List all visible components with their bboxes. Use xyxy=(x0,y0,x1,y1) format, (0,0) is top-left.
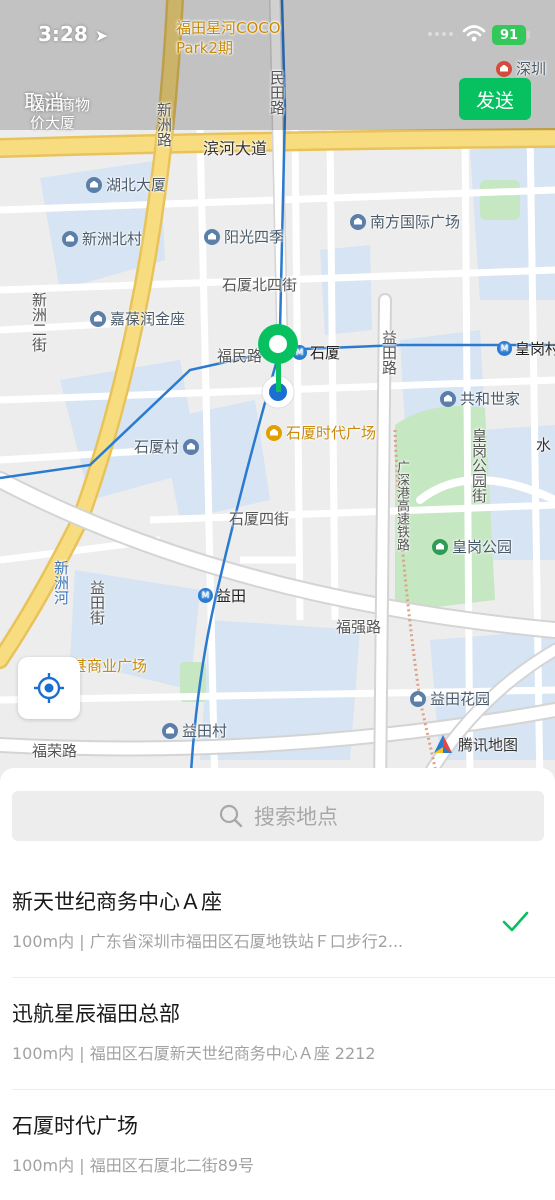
rail-guangshen: 广深港高速铁路 xyxy=(394,460,409,551)
checkmark-icon xyxy=(502,911,529,932)
status-time: 3:28 ➤ xyxy=(38,22,109,46)
list-item[interactable]: 新天世纪商务中心Ａ座 100m内 | 广东省深圳市福田区石厦地铁站Ｆ口步行2..… xyxy=(0,866,555,978)
location-pin-icon[interactable] xyxy=(256,322,304,412)
poi-nanfang[interactable]: 南方国际广场 xyxy=(350,211,460,232)
park-icon xyxy=(432,538,448,555)
send-button[interactable]: 发送 xyxy=(459,78,531,120)
metro-yitian[interactable]: M 益田 xyxy=(198,585,246,606)
home-icon xyxy=(183,438,200,455)
tencent-map-logo-icon xyxy=(434,735,452,753)
metro-icon: M xyxy=(497,341,512,356)
place-title: 迅航星辰福田总部 xyxy=(12,1002,180,1026)
poi-yitian-garden[interactable]: 益田花园 xyxy=(410,688,490,709)
place-subtitle: 100m内 | 福田区石厦北二街89号 xyxy=(12,1156,255,1175)
place-subtitle: 100m内 | 广东省深圳市福田区石厦地铁站Ｆ口步行2... xyxy=(12,932,404,951)
map-attribution: 腾讯地图 xyxy=(432,733,518,755)
poi-hubei[interactable]: 湖北大厦 xyxy=(86,174,166,195)
road-shixia4: 石厦四街 xyxy=(229,510,290,528)
search-placeholder: 搜索地点 xyxy=(254,805,338,829)
building-icon xyxy=(86,176,102,193)
road-xinzhou: 新洲路 xyxy=(155,102,173,147)
shopping-icon xyxy=(266,424,282,441)
river-xinzhou: 新洲河 xyxy=(52,560,70,605)
poi-shui: 水 xyxy=(536,436,552,454)
place-subtitle: 100m内 | 福田区石厦新天世纪商务中心Ａ座 2212 xyxy=(12,1044,376,1063)
road-shixia-n4: 石厦北四街 xyxy=(222,276,298,294)
cellular-signal-icon xyxy=(428,32,453,36)
poi-yitian-village[interactable]: 益田村 xyxy=(162,720,227,741)
map-view[interactable]: 滨河大道 民田路 新洲路 新洲二街 福民路 石厦北四街 石厦四街 益田路 益田街… xyxy=(0,0,555,790)
search-input[interactable]: 搜索地点 xyxy=(12,791,544,841)
cancel-button[interactable]: 取消 xyxy=(24,86,64,115)
list-item[interactable]: 石厦时代广场 100m内 | 福田区石厦北二街89号 xyxy=(0,1090,555,1200)
poi-yangguang[interactable]: 阳光四季 xyxy=(204,226,284,247)
road-huanggang-park-st: 皇岗公园街 xyxy=(470,428,488,503)
road-mintian: 民田路 xyxy=(268,70,286,115)
poi-shixia-village[interactable]: 石厦村 xyxy=(134,436,200,457)
list-item[interactable]: 迅航星辰福田总部 100m内 | 福田区石厦新天世纪商务中心Ａ座 2212 xyxy=(0,978,555,1090)
poi-xinzhou-village[interactable]: 新洲北村 xyxy=(62,228,142,249)
poi-jiabao[interactable]: 嘉葆润金座 xyxy=(90,308,185,329)
search-icon xyxy=(219,804,243,828)
road-binhe: 滨河大道 xyxy=(203,139,268,158)
road-furong: 福荣路 xyxy=(32,742,78,760)
home-icon xyxy=(62,230,78,247)
road-yitian: 益田路 xyxy=(380,330,398,375)
recenter-location-button[interactable] xyxy=(18,657,80,719)
road-fuqiang: 福强路 xyxy=(336,618,382,636)
poi-huanggang-park[interactable]: 皇岗公园 xyxy=(432,536,512,557)
battery-indicator: 91 xyxy=(492,25,530,45)
place-title: 新天世纪商务中心Ａ座 xyxy=(12,890,222,914)
location-sheet: 搜索地点 新天世纪商务中心Ａ座 100m内 | 广东省深圳市福田区石厦地铁站Ｆ口… xyxy=(0,768,555,1200)
road-xinzhou2: 新洲二街 xyxy=(30,292,48,352)
building-icon xyxy=(90,310,106,327)
metro-huanggang[interactable]: M 皇岗村 xyxy=(497,338,555,359)
road-yitian-street: 益田街 xyxy=(88,580,106,625)
home-icon xyxy=(204,228,220,245)
place-title: 石厦时代广场 xyxy=(12,1114,138,1138)
wifi-icon xyxy=(462,25,486,42)
poi-commerce[interactable]: 甚商业广场 xyxy=(72,655,147,676)
home-icon xyxy=(162,722,178,739)
poi-shixia-times[interactable]: 石厦时代广场 xyxy=(266,422,376,443)
home-icon xyxy=(410,690,426,707)
building-icon xyxy=(350,213,366,230)
location-arrow-icon: ➤ xyxy=(94,26,109,45)
status-bar: 3:28 ➤ 91 xyxy=(0,0,555,70)
poi-gonghe[interactable]: 共和世家 xyxy=(440,388,520,409)
home-icon xyxy=(440,390,456,407)
crosshair-icon xyxy=(34,673,64,703)
metro-icon: M xyxy=(198,588,213,603)
